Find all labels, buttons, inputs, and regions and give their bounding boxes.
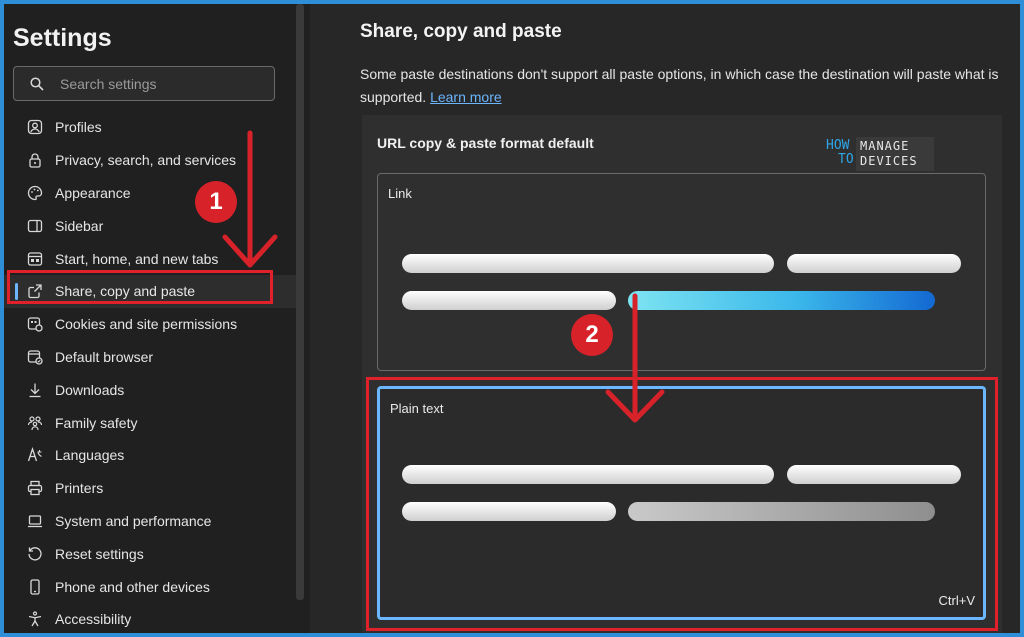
profile-icon bbox=[26, 118, 44, 136]
sidebar-item-downloads[interactable]: Downloads bbox=[4, 373, 304, 406]
sidebar-item-label: Start, home, and new tabs bbox=[55, 250, 219, 267]
sidebar-item-cookies[interactable]: Cookies and site permissions bbox=[4, 308, 304, 341]
sidebar-item-system-performance[interactable]: System and performance bbox=[4, 505, 304, 538]
preview-bar bbox=[787, 254, 961, 273]
page-description: Some paste destinations don't support al… bbox=[360, 63, 1020, 109]
card-title: URL copy & paste format default bbox=[377, 135, 594, 151]
logo-text: DEVICES bbox=[860, 154, 918, 168]
phone-icon bbox=[26, 578, 44, 596]
sidebar-item-label: Downloads bbox=[55, 381, 125, 398]
sidebar-item-label: Languages bbox=[55, 447, 125, 464]
sidebar-item-languages[interactable]: Languages bbox=[4, 439, 304, 472]
cookie-icon bbox=[26, 315, 44, 333]
search-placeholder: Search settings bbox=[60, 76, 157, 92]
language-icon bbox=[26, 446, 44, 464]
lock-icon bbox=[26, 151, 44, 169]
home-tabs-icon bbox=[26, 250, 44, 268]
annotation-arrow-2 bbox=[605, 293, 665, 423]
annotation-highlight-share bbox=[7, 270, 273, 304]
sidebar-icon bbox=[26, 217, 44, 235]
sidebar-item-label: Cookies and site permissions bbox=[55, 316, 238, 333]
sidebar-item-label: Printers bbox=[55, 480, 104, 497]
sidebar-scrollbar[interactable] bbox=[296, 4, 304, 600]
sidebar-item-label: Default browser bbox=[55, 348, 154, 365]
laptop-icon bbox=[26, 512, 44, 530]
logo-box: MANAGE DEVICES bbox=[856, 137, 934, 171]
sidebar-item-label: Reset settings bbox=[55, 545, 144, 562]
sidebar-item-label: Appearance bbox=[55, 184, 131, 201]
sidebar-item-reset-settings[interactable]: Reset settings bbox=[4, 537, 304, 570]
family-icon bbox=[26, 414, 44, 432]
logo-text: TO bbox=[838, 152, 854, 167]
browser-icon bbox=[26, 348, 44, 366]
sidebar-item-label: Sidebar bbox=[55, 217, 104, 234]
accessibility-icon bbox=[26, 610, 44, 628]
download-icon bbox=[26, 381, 44, 399]
reset-icon bbox=[26, 545, 44, 563]
sidebar-item-label: Profiles bbox=[55, 119, 102, 136]
sidebar-item-family-safety[interactable]: Family safety bbox=[4, 406, 304, 439]
sidebar-item-label: System and performance bbox=[55, 512, 212, 529]
printer-icon bbox=[26, 479, 44, 497]
search-input[interactable]: Search settings bbox=[13, 66, 275, 101]
step-2-badge: 2 bbox=[571, 314, 613, 356]
preview-link-bar bbox=[628, 291, 935, 310]
sidebar-item-label: Family safety bbox=[55, 414, 138, 431]
sidebar-item-label: Phone and other devices bbox=[55, 578, 210, 595]
logo-text: HOW bbox=[826, 138, 850, 153]
sidebar-item-printers[interactable]: Printers bbox=[4, 472, 304, 505]
search-icon bbox=[30, 77, 44, 91]
sidebar-item-default-browser[interactable]: Default browser bbox=[4, 341, 304, 374]
preview-bar bbox=[402, 291, 616, 310]
page-title: Share, copy and paste bbox=[360, 21, 562, 42]
sidebar-item-label: Accessibility bbox=[55, 611, 132, 628]
learn-more-link[interactable]: Learn more bbox=[430, 89, 502, 105]
sidebar-title: Settings bbox=[13, 24, 112, 52]
palette-icon bbox=[26, 184, 44, 202]
preview-bar bbox=[402, 254, 774, 273]
option-link[interactable]: Link bbox=[377, 173, 986, 371]
how-to-manage-devices-logo: HOW TO MANAGE DEVICES bbox=[826, 137, 936, 173]
step-1-badge: 1 bbox=[195, 181, 237, 223]
option-label: Link bbox=[388, 186, 412, 201]
sidebar-item-phone-devices[interactable]: Phone and other devices bbox=[4, 570, 304, 603]
sidebar-item-label: Privacy, search, and services bbox=[55, 152, 237, 169]
sidebar-item-accessibility[interactable]: Accessibility bbox=[4, 603, 304, 636]
logo-text: MANAGE bbox=[860, 139, 910, 153]
annotation-highlight-plain-text bbox=[366, 377, 998, 631]
settings-sidebar: Settings Search settings Profiles Privac… bbox=[4, 4, 310, 633]
